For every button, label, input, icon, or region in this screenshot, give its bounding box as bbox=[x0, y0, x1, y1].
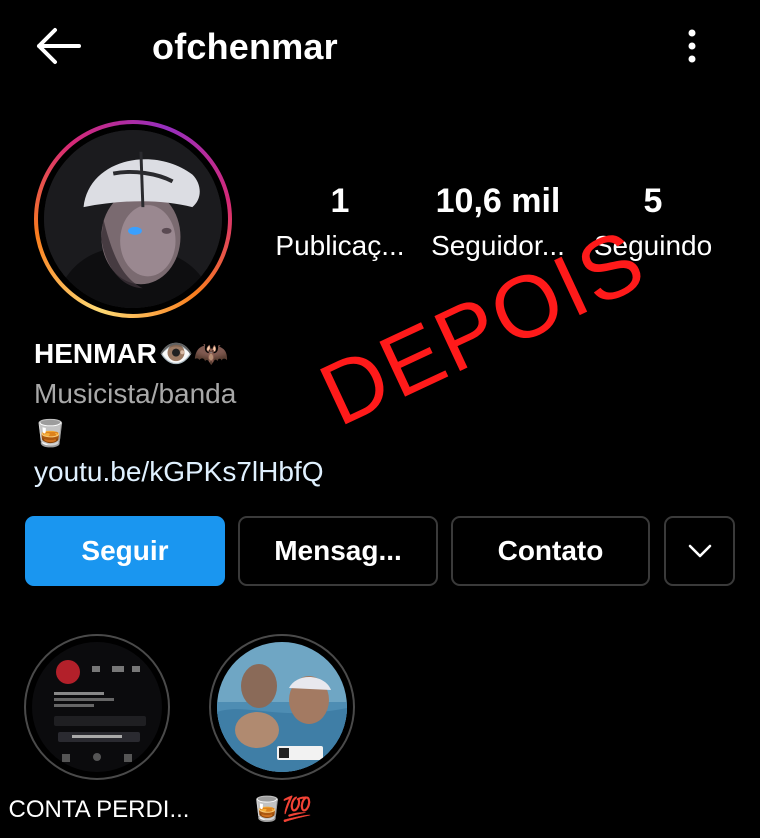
highlight-label: CONTA PERDI... bbox=[8, 796, 190, 823]
highlight-label: 🥃💯 bbox=[252, 796, 312, 823]
display-name-emojis: 👁️🦇 bbox=[158, 338, 229, 369]
profile-username: ofchenmar bbox=[152, 26, 338, 67]
followers-count-value: 10,6 mil bbox=[435, 182, 561, 220]
chevron-down-icon bbox=[688, 544, 711, 558]
top-bar: ofchenmar bbox=[0, 0, 760, 95]
avatar-photo bbox=[44, 130, 222, 308]
profile-page: ofchenmar 1 Publicaç... 10,6 mil Seguido… bbox=[0, 0, 760, 838]
profile-avatar[interactable] bbox=[34, 120, 232, 318]
display-name-text: HENMAR bbox=[34, 338, 157, 369]
back-arrow-icon[interactable] bbox=[30, 22, 86, 70]
contact-button[interactable]: Contato bbox=[451, 516, 650, 586]
highlight-cover bbox=[32, 642, 162, 772]
message-button[interactable]: Mensag... bbox=[238, 516, 438, 586]
posts-count-label: Publicaç... bbox=[275, 230, 405, 261]
posts-count[interactable]: 1 Publicaç... bbox=[272, 180, 408, 266]
story-highlight[interactable]: 🥃💯 bbox=[197, 634, 367, 826]
story-highlight[interactable]: CONTA PERDI... bbox=[9, 634, 189, 826]
suggestions-dropdown-button[interactable] bbox=[664, 516, 735, 586]
bio-link[interactable]: youtu.be/kGPKs7lHbfQ bbox=[34, 452, 454, 492]
follow-button[interactable]: Seguir bbox=[25, 516, 225, 586]
more-vertical-icon[interactable] bbox=[672, 22, 712, 70]
highlight-cover bbox=[217, 642, 347, 772]
posts-count-value: 1 bbox=[330, 182, 350, 220]
